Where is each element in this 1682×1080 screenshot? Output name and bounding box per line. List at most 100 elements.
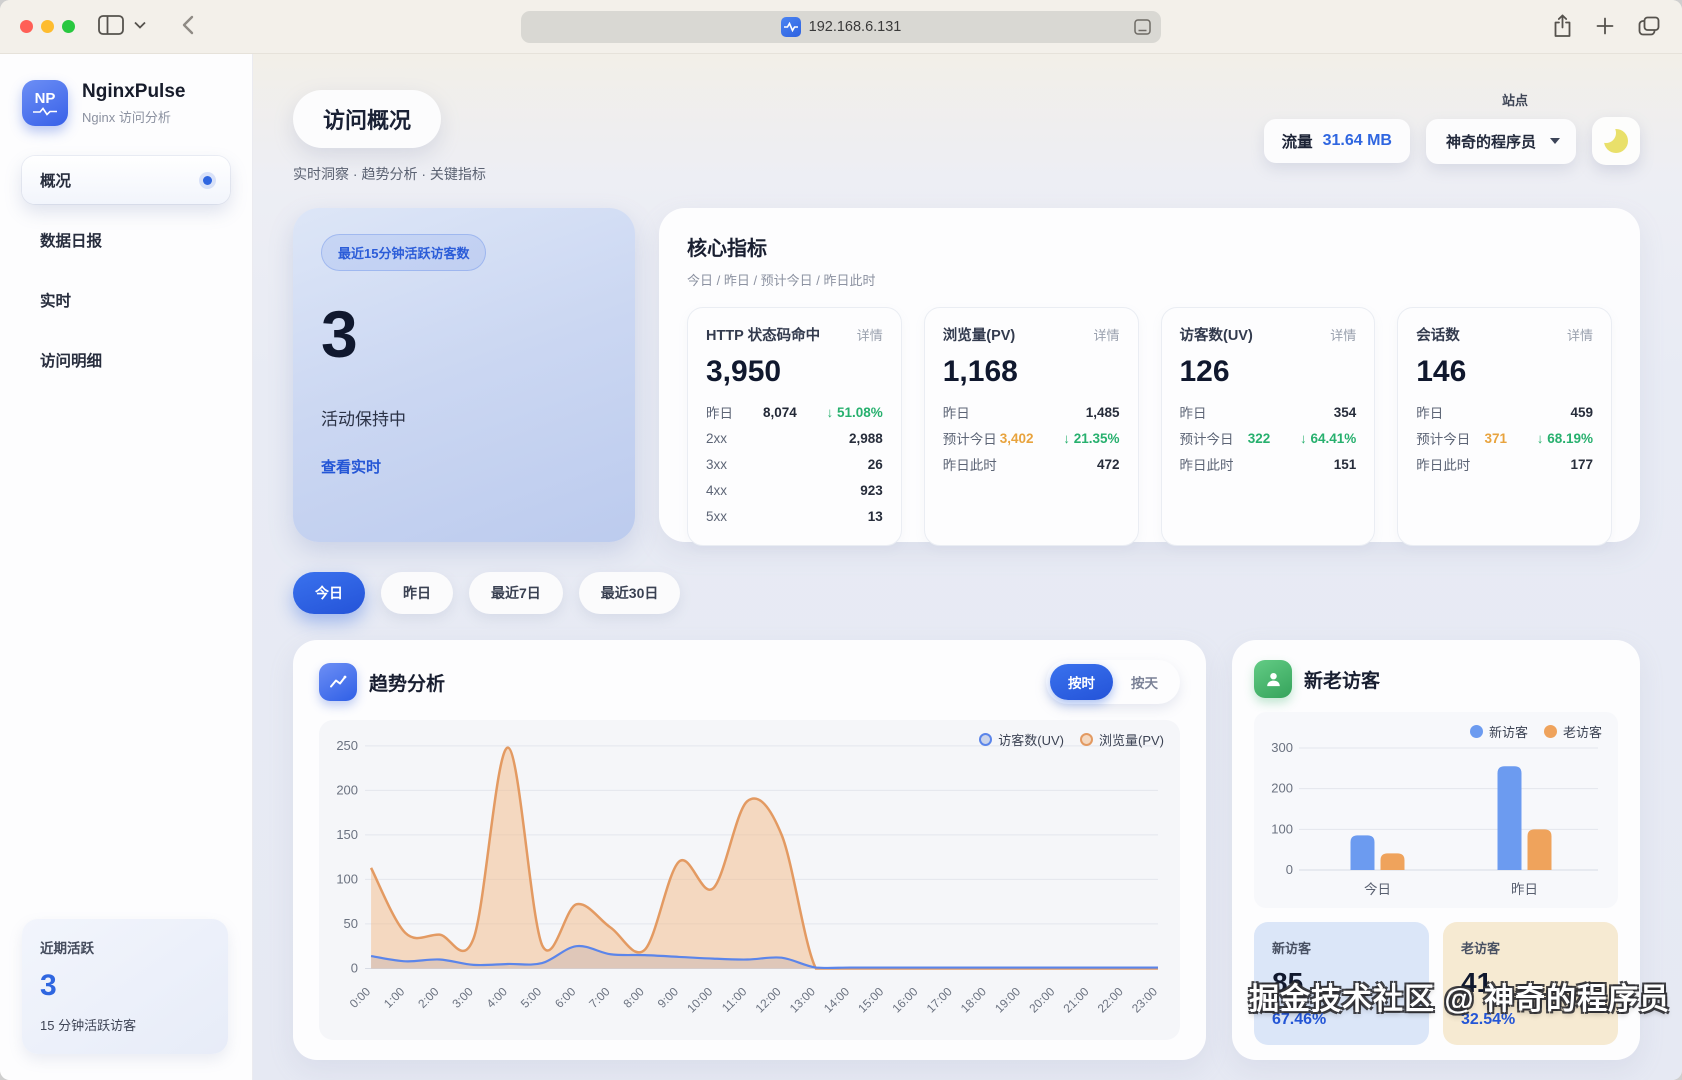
share-icon[interactable] [1553, 14, 1572, 38]
legend-marker-icon [1544, 725, 1557, 738]
metric-card-pv: 浏览量(PV)详情1,168昨日1,485预计今日3,402↓ 21.35%昨日… [924, 307, 1139, 546]
fullscreen-button[interactable] [62, 20, 75, 33]
svg-text:14:00: 14:00 [821, 984, 852, 1015]
metric-row: 昨日此时151 [1180, 451, 1357, 477]
minimize-button[interactable] [41, 20, 54, 33]
hero-value: 3 [321, 301, 607, 367]
core-metrics-card: 核心指标 今日 / 昨日 / 预计今日 / 昨日此时 HTTP 状态码命中详情3… [659, 208, 1640, 542]
metric-row: 4xx923 [706, 477, 883, 503]
filter-last-7-days[interactable]: 最近7日 [469, 572, 563, 614]
metric-row: 3xx26 [706, 451, 883, 477]
site-selector-dropdown[interactable]: 神奇的程序员 [1426, 119, 1576, 164]
traffic-badge[interactable]: 流量 31.64 MB [1264, 119, 1410, 163]
metric-row-label: 预计今日 [1416, 428, 1470, 448]
svg-text:22:00: 22:00 [1095, 984, 1126, 1015]
svg-text:7:00: 7:00 [586, 984, 613, 1011]
realtime-hero-card: 最近15分钟活跃访客数 3 活动保持中 查看实时 [293, 208, 635, 542]
metric-rows: 昨日1,485预计今日3,402↓ 21.35%昨日此时472 [943, 399, 1120, 477]
legend-label: 浏览量(PV) [1099, 730, 1164, 749]
traffic-label: 流量 [1282, 130, 1313, 152]
svg-text:20:00: 20:00 [1026, 984, 1057, 1015]
svg-text:5:00: 5:00 [518, 984, 545, 1011]
trend-chart-panel: 访客数(UV)浏览量(PV) 0501001502002500:001:002:… [319, 720, 1180, 1040]
site-selector-value: 神奇的程序员 [1446, 131, 1536, 152]
svg-text:50: 50 [344, 916, 358, 931]
filter-last-30-days[interactable]: 最近30日 [579, 572, 681, 614]
back-button-icon[interactable] [182, 15, 194, 35]
visitor-stat-label: 老访客 [1461, 938, 1600, 957]
sidebar-item-daily-report[interactable]: 数据日报 [22, 216, 230, 264]
metric-row: 昨日8,074↓ 51.08% [706, 399, 883, 425]
sidebar-item-access-detail[interactable]: 访问明细 [22, 336, 230, 384]
svg-text:2:00: 2:00 [415, 984, 442, 1011]
detail-link[interactable]: 详情 [1093, 325, 1119, 344]
legend-item-uv[interactable]: 访客数(UV) [979, 730, 1064, 749]
svg-text:10:00: 10:00 [684, 984, 715, 1015]
svg-text:200: 200 [336, 782, 358, 797]
metric-row-right-value: 13 [797, 509, 883, 524]
trend-mode-hourly[interactable]: 按时 [1050, 664, 1113, 700]
svg-text:今日: 今日 [1364, 882, 1391, 897]
sidebar-item-realtime[interactable]: 实时 [22, 276, 230, 324]
metric-row-right-value: 26 [797, 457, 883, 472]
filter-yesterday[interactable]: 昨日 [381, 572, 453, 614]
metric-title: 会话数 [1416, 324, 1460, 345]
visitors-chart-panel: 新访客老访客 0100200300今日昨日 [1254, 712, 1618, 908]
legend-item-old[interactable]: 老访客 [1544, 722, 1602, 741]
metric-title: 浏览量(PV) [943, 324, 1016, 345]
detail-link[interactable]: 详情 [1330, 325, 1356, 344]
caret-down-icon [1550, 138, 1560, 144]
metric-grid: HTTP 状态码命中详情3,950昨日8,074↓ 51.08%2xx2,988… [687, 307, 1612, 546]
svg-text:150: 150 [336, 827, 358, 842]
metric-row-right-value: ↓ 68.19% [1507, 431, 1593, 446]
svg-text:250: 250 [336, 738, 358, 753]
chrome-left-controls [98, 15, 194, 35]
recent-active-title: 近期活跃 [40, 937, 210, 957]
legend-label: 老访客 [1563, 722, 1602, 741]
app-name: NginxPulse [82, 81, 185, 103]
metric-row-right-value: 354 [1270, 405, 1356, 420]
legend-item-new[interactable]: 新访客 [1470, 722, 1528, 741]
metric-value: 126 [1180, 355, 1357, 389]
metric-card-sessions: 会话数详情146昨日459预计今日371↓ 68.19%昨日此时177 [1397, 307, 1612, 546]
chevron-down-icon[interactable] [134, 21, 146, 29]
svg-text:0:00: 0:00 [347, 984, 374, 1011]
visitors-card-title: 新老访客 [1304, 666, 1380, 693]
metric-row: 2xx2,988 [706, 425, 883, 451]
detail-link[interactable]: 详情 [1567, 325, 1593, 344]
trend-mode-daily[interactable]: 按天 [1113, 664, 1176, 700]
metric-row: 预计今日322↓ 64.41% [1180, 425, 1357, 451]
metric-row-label: 昨日此时 [1180, 454, 1234, 474]
sidebar-toggle-icon[interactable] [98, 15, 124, 35]
svg-text:12:00: 12:00 [753, 984, 784, 1015]
metric-row-label: 昨日 [943, 402, 970, 422]
detail-link[interactable]: 详情 [857, 325, 883, 344]
svg-text:1:00: 1:00 [381, 984, 408, 1011]
metric-card-head: 浏览量(PV) 详情 [943, 324, 1120, 345]
close-button[interactable] [20, 20, 33, 33]
metric-row-mid-value: 3,402 [1000, 431, 1034, 446]
svg-text:16:00: 16:00 [889, 984, 920, 1015]
visitors-icon [1254, 660, 1292, 698]
metric-row-label: 昨日此时 [1416, 454, 1470, 474]
time-filter-row: 今日昨日最近7日最近30日 [293, 572, 1640, 614]
metric-title: 访客数(UV) [1180, 324, 1253, 345]
tab-overview-icon[interactable] [1638, 16, 1660, 36]
core-metrics-subtitle: 今日 / 昨日 / 预计今日 / 昨日此时 [687, 270, 1612, 289]
sidebar-item-overview[interactable]: 概况 [22, 156, 230, 204]
filter-today[interactable]: 今日 [293, 572, 365, 614]
browser-chrome: 192.168.6.131 [0, 0, 1682, 54]
svg-text:100: 100 [1271, 821, 1293, 836]
legend-label: 新访客 [1489, 722, 1528, 741]
theme-toggle-button[interactable] [1592, 117, 1640, 165]
address-bar[interactable]: 192.168.6.131 [521, 11, 1161, 43]
sidebar-menu: 概况数据日报实时访问明细 [22, 156, 230, 384]
view-realtime-link[interactable]: 查看实时 [321, 456, 381, 477]
metric-card-head: 访客数(UV) 详情 [1180, 324, 1357, 345]
metric-row-label: 4xx [706, 483, 727, 498]
legend-item-pv[interactable]: 浏览量(PV) [1080, 730, 1164, 749]
svg-text:6:00: 6:00 [552, 984, 579, 1011]
new-tab-icon[interactable] [1596, 17, 1614, 35]
reader-view-icon[interactable] [1134, 19, 1151, 35]
metric-row-mid-value: 371 [1484, 431, 1507, 446]
